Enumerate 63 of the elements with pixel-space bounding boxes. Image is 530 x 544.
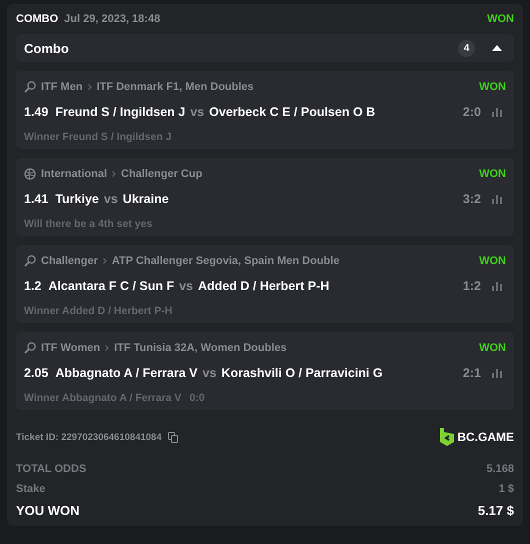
total-label: Stake xyxy=(16,483,46,495)
chevron-icon xyxy=(112,171,116,177)
category-label: Challenger xyxy=(41,255,98,267)
selection-status: WON xyxy=(479,81,506,93)
chevron-icon xyxy=(88,84,92,90)
tournament-label: ITF Denmark F1, Men Doubles xyxy=(96,81,254,93)
tournament-label: ITF Tunisia 32A, Women Doubles xyxy=(114,342,287,354)
home-team: Abbagnato A / Ferrara V xyxy=(55,366,198,380)
chevron-icon xyxy=(102,258,107,264)
tournament-label: ATP Challenger Segovia, Spain Men Double xyxy=(112,255,340,267)
odds-value: 2.05 xyxy=(24,366,48,380)
chevron-icon xyxy=(105,345,110,351)
ticket-id: Ticket ID: 2297023064610841084 xyxy=(16,432,162,442)
away-team: Korashvili O / Parravicini G xyxy=(221,366,383,380)
stats-icon[interactable] xyxy=(492,194,502,204)
market-label: Winner Added D / Herbert P-H xyxy=(24,305,172,317)
count-badge: 4 xyxy=(458,40,475,56)
match-score: 2:0 xyxy=(462,105,481,119)
tournament-label: Challenger Cup xyxy=(121,168,202,180)
away-team: Overbeck C E / Poulsen O B xyxy=(209,105,376,119)
odds-value: 1.41 xyxy=(24,192,48,206)
versus-label: vs xyxy=(179,279,194,293)
versus-label: vs xyxy=(104,192,118,206)
category-label: ITF Women xyxy=(41,342,100,354)
bet-type: COMBO xyxy=(16,13,58,25)
total-label: YOU WON xyxy=(16,503,80,518)
selection-status: WON xyxy=(479,255,506,267)
match-score: 3:2 xyxy=(462,192,481,206)
stats-icon[interactable] xyxy=(492,107,502,117)
combo-title: Combo xyxy=(24,40,69,56)
total-label: TOTAL ODDS xyxy=(16,463,86,475)
market-score: 0:0 xyxy=(189,392,205,404)
market-label: Winner Freund S / Ingildsen J xyxy=(24,131,172,143)
away-team: Ukraine xyxy=(122,192,169,206)
logo-icon xyxy=(440,428,454,446)
versus-label: vs xyxy=(202,366,216,380)
copy-icon[interactable] xyxy=(168,432,179,442)
market-label: Will there be a 4th set yes xyxy=(24,218,152,230)
odds-value: 1.49 xyxy=(24,105,48,119)
home-team: Freund S / Ingildsen J xyxy=(55,105,186,119)
home-team: Alcantara F C / Sun F xyxy=(48,279,174,293)
bet-status: WON xyxy=(487,13,514,25)
bet-date: Jul 29, 2023, 18:48 xyxy=(64,13,160,25)
total-value: 5.17 $ xyxy=(478,503,514,518)
selection-status: WON xyxy=(479,342,506,354)
match-score: 2:1 xyxy=(462,366,481,380)
stats-icon[interactable] xyxy=(492,281,502,291)
total-value: 1 $ xyxy=(498,483,514,495)
brand-name: BC.GAME xyxy=(457,430,514,444)
ball-icon xyxy=(24,168,36,180)
stats-icon[interactable] xyxy=(492,368,502,378)
away-team: Added D / Herbert P-H xyxy=(198,279,330,293)
versus-label: vs xyxy=(190,105,204,119)
total-value: 5.168 xyxy=(486,463,514,475)
match-score: 1:2 xyxy=(462,279,481,293)
category-label: ITF Men xyxy=(41,81,83,93)
odds-value: 1.2 xyxy=(24,279,42,293)
combo-header[interactable]: Combo 4 xyxy=(16,34,514,62)
selection-status: WON xyxy=(479,168,506,180)
market-label: Winner Abbagnato A / Ferrara V xyxy=(24,392,182,404)
category-label: International xyxy=(41,168,108,180)
caret-icon xyxy=(492,45,502,51)
home-team: Turkiye xyxy=(55,192,99,206)
